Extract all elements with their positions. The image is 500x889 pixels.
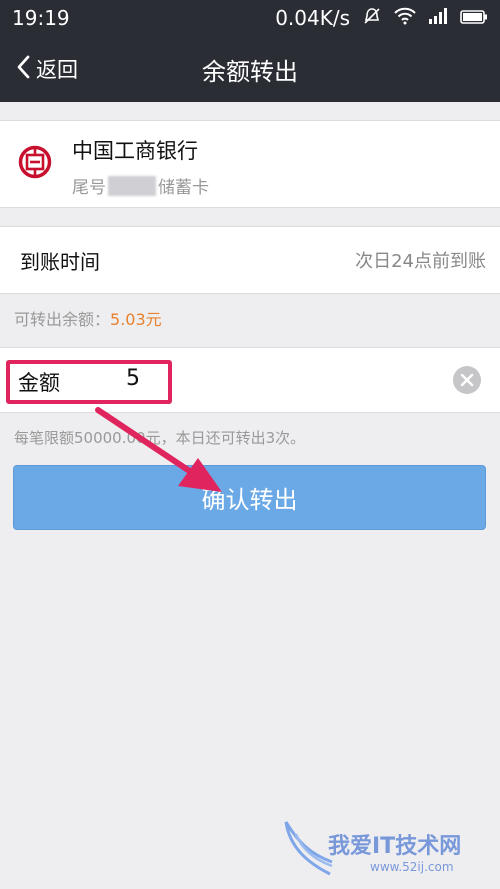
available-balance-label: 可转出余额： — [14, 310, 111, 329]
back-label: 返回 — [36, 58, 78, 82]
network-speed: 0.04K/s — [275, 6, 350, 30]
watermark-title: 我爱IT技术网 — [328, 834, 462, 859]
watermark-url: www.52ij.com — [370, 860, 454, 874]
card-description: 尾号 储蓄卡 — [72, 173, 209, 198]
card-type: 储蓄卡 — [158, 178, 209, 198]
status-bar: 19:19 0.04K/s — [0, 0, 500, 36]
status-right: 0.04K/s — [275, 6, 488, 31]
back-button[interactable]: 返回 — [16, 36, 78, 102]
card-tail-prefix: 尾号 — [72, 178, 106, 198]
available-balance: 可转出余额：5.03元 — [14, 306, 162, 330]
arrival-time-value: 次日24点前到账 — [355, 251, 486, 272]
bank-card-row[interactable]: 中国工商银行 尾号 储蓄卡 — [0, 120, 500, 208]
watermark-logo: 我爱IT技术网 www.52ij.com — [280, 810, 495, 886]
chevron-left-icon — [16, 55, 30, 84]
amount-input-row[interactable]: 金额 5 — [0, 347, 500, 413]
mute-icon — [362, 6, 382, 31]
arrival-time-row: 到账时间 次日24点前到账 — [0, 226, 500, 294]
nav-bar: 返回 余额转出 — [0, 36, 500, 102]
arrival-time-label: 到账时间 — [20, 249, 100, 274]
icbc-logo-icon — [18, 145, 52, 179]
wifi-icon — [394, 6, 416, 30]
clear-icon[interactable] — [453, 366, 481, 394]
card-number-mask — [108, 175, 156, 196]
bank-name: 中国工商银行 — [72, 139, 198, 163]
status-time: 19:19 — [12, 6, 70, 30]
page-title: 余额转出 — [202, 57, 298, 86]
signal-icon — [428, 6, 448, 30]
annotation-highlight-box — [6, 360, 172, 404]
available-balance-amount: 5.03元 — [110, 310, 162, 329]
confirm-transfer-button[interactable]: 确认转出 — [13, 465, 486, 530]
battery-icon — [460, 6, 488, 30]
limit-note: 每笔限额50000.00元，本日还可转出3次。 — [14, 429, 306, 447]
